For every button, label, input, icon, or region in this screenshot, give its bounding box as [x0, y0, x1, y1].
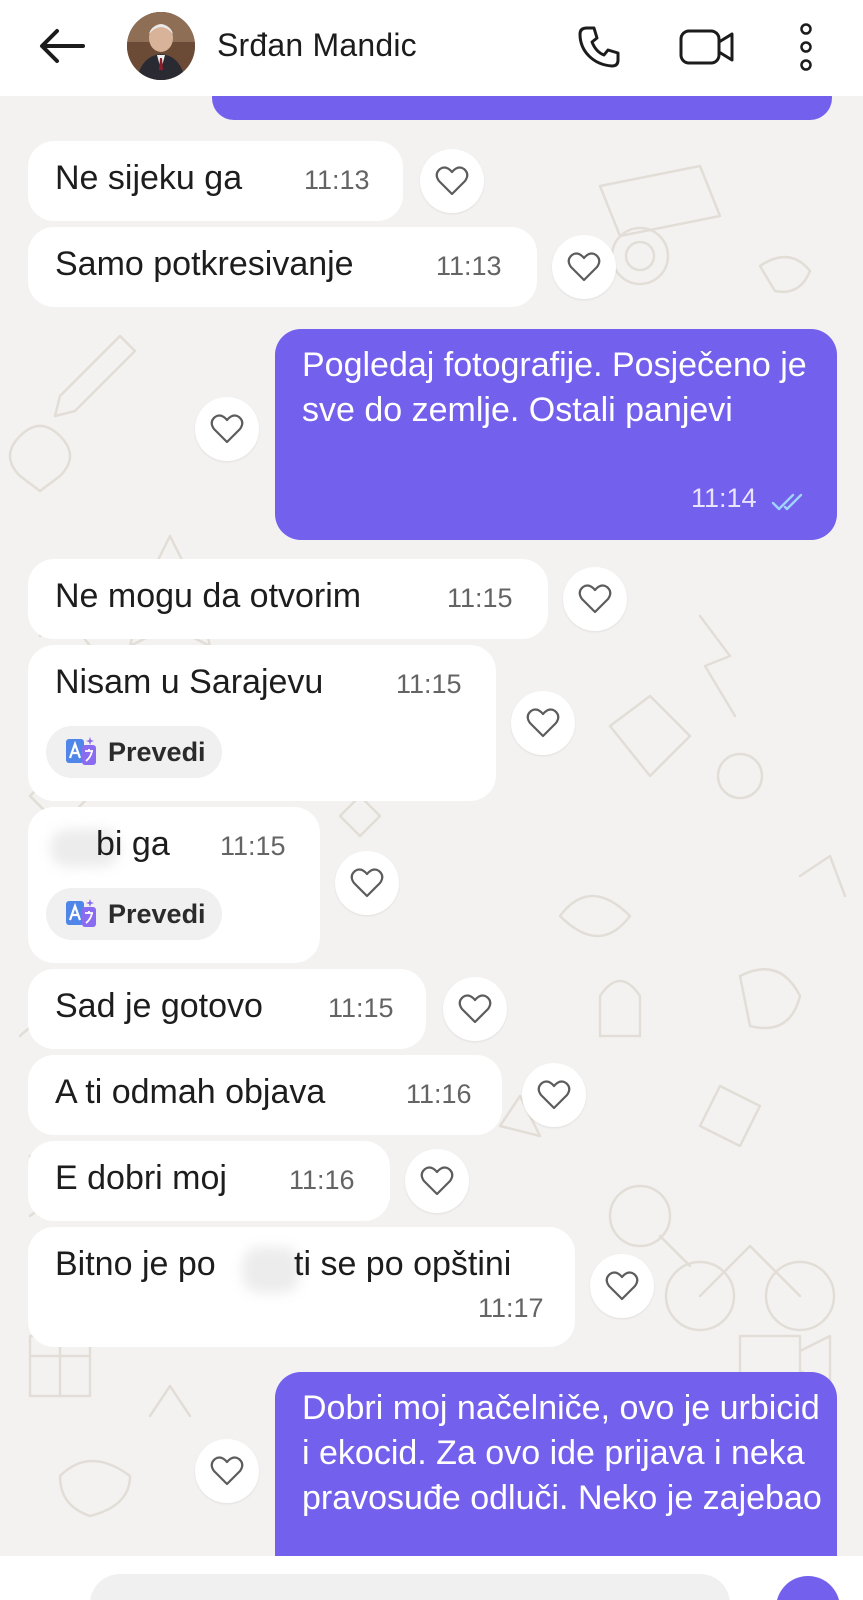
heart-icon: [578, 584, 612, 614]
compose-bar: [0, 1556, 863, 1600]
heart-icon: [435, 166, 469, 196]
message-time: 11:15: [220, 831, 286, 861]
voice-call-button[interactable]: [568, 18, 630, 76]
like-button[interactable]: [443, 977, 507, 1041]
like-button[interactable]: [420, 149, 484, 213]
like-button[interactable]: [590, 1254, 654, 1318]
video-call-button[interactable]: [672, 18, 742, 76]
more-vertical-icon: [800, 23, 812, 71]
message-time: 11:16: [406, 1079, 472, 1109]
message-time: 11:13: [436, 251, 502, 281]
message-text: A ti odmah objava: [55, 1073, 326, 1111]
message-text: Sad je gotovo: [55, 987, 263, 1025]
message-text: Samo potkresivanje: [55, 245, 354, 283]
message-text: Pogledaj fotografije. Posječeno je sve d…: [302, 346, 807, 429]
translate-label: Prevedi: [108, 736, 206, 767]
redaction-blur: [242, 1247, 300, 1293]
like-button[interactable]: [195, 397, 259, 461]
message-text: bi ga: [96, 825, 170, 863]
message-text-start: Bitno je po: [55, 1245, 216, 1283]
outgoing-message[interactable]: Dobri moj načelniče, ovo je urbicid i ek…: [275, 1372, 837, 1556]
heart-icon: [605, 1271, 639, 1301]
arrow-left-icon: [40, 29, 85, 63]
like-button[interactable]: [511, 691, 575, 755]
heart-icon: [420, 1166, 454, 1196]
message-text: Nisam u Sarajevu: [55, 663, 324, 701]
heart-icon: [458, 994, 492, 1024]
like-button[interactable]: [195, 1439, 259, 1503]
message-text-end: ti se po opštini: [294, 1245, 512, 1283]
translate-label: Prevedi: [108, 898, 206, 929]
like-button[interactable]: [552, 235, 616, 299]
translate-icon: [66, 899, 96, 927]
incoming-message[interactable]: Ne sijeku ga 11:13: [28, 141, 403, 221]
message-text: Ne sijeku ga: [55, 159, 243, 197]
heart-icon: [567, 252, 601, 282]
message-time: 11:15: [447, 583, 513, 613]
contact-avatar[interactable]: [127, 12, 195, 80]
message-text: Ne mogu da otvorim: [55, 577, 362, 615]
incoming-message[interactable]: Ne mogu da otvorim 11:15: [28, 559, 548, 639]
message-time: 11:16: [289, 1165, 355, 1195]
avatar-photo: [127, 12, 195, 80]
message-time: 11:15: [328, 993, 394, 1023]
incoming-message[interactable]: Nisam u Sarajevu 11:15 Prevedi: [28, 645, 496, 801]
outgoing-message-bubble-partial: [212, 96, 832, 120]
incoming-message[interactable]: Samo potkresivanje 11:13: [28, 227, 537, 307]
incoming-message[interactable]: Bitno je po ti se po opštini 11:17: [28, 1227, 575, 1347]
heart-icon: [350, 868, 384, 898]
like-button[interactable]: [563, 567, 627, 631]
chat-area[interactable]: Ne sijeku ga 11:13 Samo potkresivanje 11…: [0, 96, 863, 1556]
video-camera-icon: [679, 29, 734, 65]
heart-icon: [210, 414, 244, 444]
send-button[interactable]: [776, 1576, 840, 1600]
message-time: 11:17: [478, 1293, 544, 1323]
translate-button[interactable]: Prevedi: [46, 888, 222, 940]
message-time: 11:15: [396, 669, 462, 699]
contact-name[interactable]: Srđan Mandic: [217, 27, 417, 64]
message-text: Dobri moj načelniče, ovo je urbicid i ek…: [302, 1389, 822, 1517]
heart-icon: [210, 1456, 244, 1486]
like-button[interactable]: [335, 851, 399, 915]
translate-button[interactable]: Prevedi: [46, 726, 222, 778]
heart-icon: [526, 708, 560, 738]
translate-icon: [66, 737, 96, 765]
back-button[interactable]: [34, 22, 90, 70]
like-button[interactable]: [405, 1149, 469, 1213]
outgoing-message[interactable]: Pogledaj fotografije. Posječeno je sve d…: [275, 329, 837, 540]
incoming-message[interactable]: Sad je gotovo 11:15: [28, 969, 426, 1049]
incoming-message[interactable]: E dobri moj 11:16: [28, 1141, 390, 1221]
heart-icon: [537, 1080, 571, 1110]
message-time: 11:13: [304, 165, 370, 195]
message-text: E dobri moj: [55, 1159, 227, 1197]
like-button[interactable]: [522, 1063, 586, 1127]
message-input[interactable]: [90, 1574, 730, 1600]
double-check-icon: [771, 493, 803, 511]
message-time: 11:14: [691, 483, 757, 513]
chat-header: Srđan Mandic: [0, 0, 863, 96]
more-options-button[interactable]: [788, 18, 824, 76]
incoming-message[interactable]: A ti odmah objava 11:16: [28, 1055, 502, 1135]
phone-icon: [578, 26, 620, 68]
incoming-message[interactable]: bi ga 11:15 Prevedi: [28, 807, 320, 963]
